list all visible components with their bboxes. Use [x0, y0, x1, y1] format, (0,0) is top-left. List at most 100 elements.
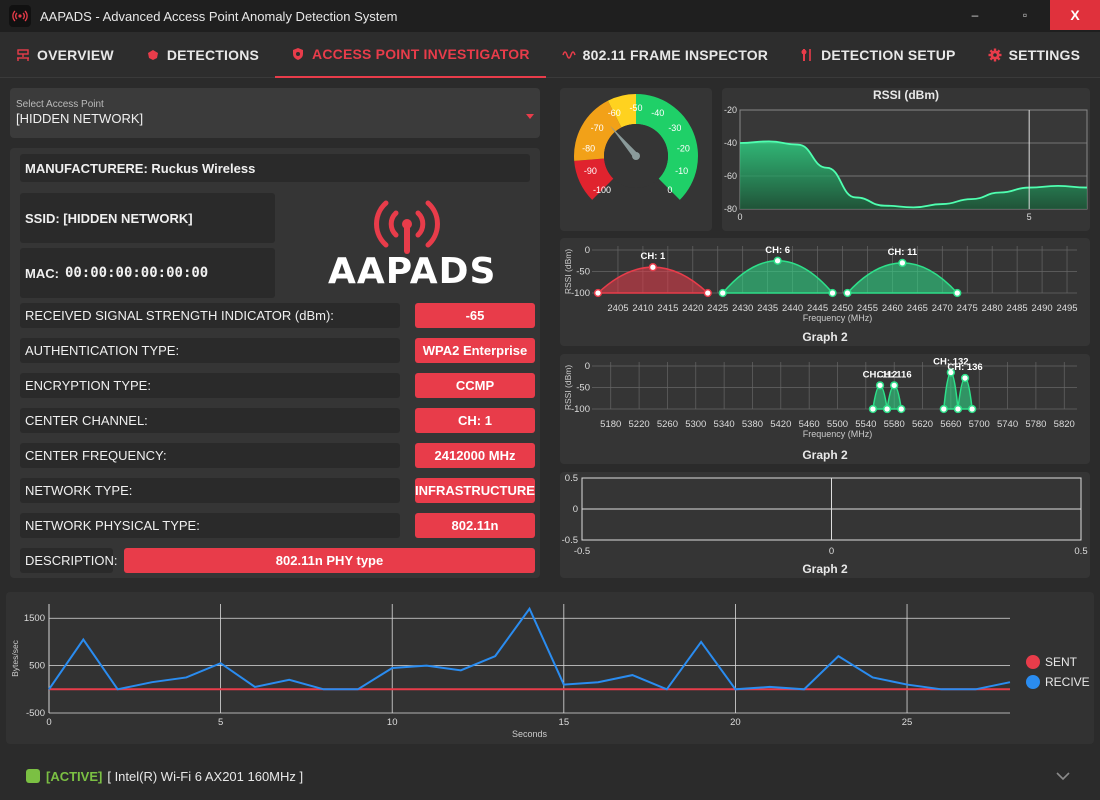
ch24-title: Graph 2 [802, 330, 848, 344]
tab-detection-setup[interactable]: DETECTION SETUP [784, 32, 971, 78]
ch24-x-tick: 2420 [682, 303, 703, 314]
ch24-x-tick: 2485 [1007, 303, 1028, 314]
tab-detections-label: DETECTIONS [166, 47, 260, 63]
info-row-value: 802.11n [415, 513, 535, 538]
ch24-network-label: CH: 11 [888, 247, 918, 258]
traffic-y-tick: 1500 [24, 613, 45, 624]
ch5-y-tick: -50 [576, 383, 590, 394]
info-row-label: NETWORK TYPE: [20, 478, 400, 503]
empty-chart: 0.5 0 -0.5-0.5 0 0.5 Graph 2 [562, 473, 1088, 576]
info-row-label: CENTER CHANNEL: [20, 408, 400, 433]
close-button[interactable]: X [1050, 0, 1100, 30]
ch24-network-point [843, 288, 852, 298]
legend-sent-label: SENT [1045, 655, 1078, 669]
tab-settings[interactable]: SETTINGS [972, 32, 1097, 78]
main-tabs: OVERVIEW DETECTIONS ACCESS POINT INVESTI… [0, 32, 1100, 78]
ch24-network-point [648, 263, 658, 272]
app-logo-icon [9, 5, 31, 27]
gauge-tick-label: -10 [675, 166, 688, 176]
legend-recive-swatch [1026, 675, 1040, 689]
ch5-y-tick: -100 [571, 404, 590, 415]
rssi-chart: RSSI (dBm) -20 -40 -60 -800 5 [724, 88, 1088, 222]
ch24-network-point [718, 288, 727, 298]
ch5-x-tick: 5260 [657, 419, 678, 430]
ch24-x-tick: 2435 [757, 303, 778, 314]
channel-chart-5-panel: 5180 5220 5260 5300 5340 5380 5420 5460 5500 5540… [560, 354, 1090, 464]
legend-recive[interactable]: RECIVE [1026, 672, 1090, 692]
empty-x-tick: -0.5 [574, 546, 590, 557]
info-row-label: ENCRYPTION TYPE: [20, 373, 400, 398]
ch24-x-tick: 2430 [732, 303, 753, 314]
traffic-series-recive [48, 606, 1011, 691]
maximize-button[interactable]: ▫ [1000, 0, 1050, 30]
ch5-x-tick: 5300 [685, 419, 706, 430]
ch5-x-tick: 5780 [1025, 419, 1046, 430]
status-adapter: [ Intel(R) Wi-Fi 6 AX201 160MHz ] [107, 768, 304, 784]
info-row-value: 2412000 MHz [415, 443, 535, 468]
ch24-x-tick: 2480 [982, 303, 1003, 314]
mac-field: MAC: 00:00:00:00:00:00 [20, 248, 275, 298]
aapads-logo [370, 196, 444, 259]
tab-overview[interactable]: OVERVIEW [0, 32, 130, 78]
rssi-x-tick: 0 [737, 212, 742, 222]
manufacturer-field: MANUFACTURERE: Ruckus Wireless [20, 154, 530, 182]
rssi-y-tick: -60 [724, 171, 737, 181]
ch24-y-tick: -50 [576, 267, 590, 278]
ch5-x-tick: 5180 [600, 419, 621, 430]
ap-info-panel: MANUFACTURERE: Ruckus Wireless SSID: [HI… [10, 148, 540, 578]
tab-detections[interactable]: DETECTIONS [130, 32, 275, 78]
traffic-xlabel: Seconds [512, 729, 548, 739]
ch24-network-curve [721, 260, 835, 294]
ch5-x-tick: 5740 [997, 419, 1018, 430]
description-value: 802.11n PHY type [124, 548, 535, 573]
ch24-network-label: CH: 1 [640, 251, 666, 262]
status-bar[interactable]: [ACTIVE] [ Intel(R) Wi-Fi 6 AX201 160MHz… [0, 752, 1100, 800]
ch5-x-tick: 5380 [742, 419, 763, 430]
traffic-x-tick: 25 [902, 717, 913, 728]
rssi-gauge-panel: -100 -90 -80 -70 -60 -50 -40 -30 -20 -10 0 [560, 88, 712, 231]
rssi-y-tick: -40 [724, 138, 737, 148]
info-row-value: CCMP [415, 373, 535, 398]
ch24-x-tick: 2425 [707, 303, 728, 314]
rssi-chart-title: RSSI (dBm) [873, 88, 939, 102]
ch5-network-label: CH: 136 [947, 362, 982, 373]
gauge-tick-label: -90 [584, 166, 597, 176]
ch5-title: Graph 2 [802, 448, 848, 462]
empty-y-tick: 0.5 [565, 473, 578, 484]
traffic-chart: 0 5 10 15 20 25 1500 500 -500 Bytes/sec Seconds [10, 604, 1011, 739]
ch24-ylabel: RSSI (dBm) [563, 249, 573, 295]
ch24-x-tick: 2465 [907, 303, 928, 314]
ch5-x-tick: 5220 [629, 419, 650, 430]
tab-detection-setup-label: DETECTION SETUP [821, 47, 956, 63]
traffic-legend: SENT RECIVE [1026, 652, 1090, 692]
info-row-label: CENTER FREQUENCY: [20, 443, 400, 468]
ch24-x-tick: 2470 [932, 303, 953, 314]
empty-x-tick: 0 [829, 546, 834, 557]
tab-access-point-investigator-label: ACCESS POINT INVESTIGATOR [312, 46, 530, 62]
tab-frame-inspector[interactable]: 802.11 FRAME INSPECTOR [546, 32, 784, 78]
access-point-select[interactable]: Select Access Point [HIDDEN NETWORK] [10, 88, 540, 138]
ch24-network-point [593, 288, 603, 298]
rssi-gauge: -100 -90 -80 -70 -60 -50 -40 -30 -20 -100 [574, 94, 698, 200]
ch5-x-tick: 5820 [1054, 419, 1075, 430]
ch24-y-tick: 0 [585, 245, 590, 256]
traffic-x-tick: 5 [218, 717, 223, 728]
empty-x-tick: 0.5 [1074, 546, 1087, 557]
ch24-x-tick: 2490 [1032, 303, 1053, 314]
empty-y-tick: 0 [573, 504, 578, 515]
info-row-label: AUTHENTICATION TYPE: [20, 338, 400, 363]
empty-chart-panel: 0.5 0 -0.5 -0.5 0 0.5 Graph 2 [560, 472, 1090, 578]
ch5-xlabel: Frequency (MHz) [803, 429, 873, 439]
minimize-button[interactable]: – [950, 0, 1000, 30]
ch24-x-tick: 2410 [632, 303, 653, 314]
wifi-signal-icon [374, 200, 440, 254]
chevron-down-icon[interactable] [1056, 768, 1070, 786]
tab-access-point-investigator[interactable]: ACCESS POINT INVESTIGATOR [275, 32, 546, 78]
ch24-y-tick: -100 [571, 288, 590, 299]
ch5-network-point [868, 404, 878, 414]
tab-frame-inspector-label: 802.11 FRAME INSPECTOR [582, 47, 769, 63]
mac-value: 00:00:00:00:00:00 [64, 265, 209, 281]
legend-sent[interactable]: SENT [1026, 652, 1090, 672]
channel-chart-5ghz: 5180 5220 5260 5300 5340 5380 5420 5460 5500 5540… [563, 356, 1077, 462]
info-row-value: WPA2 Enterprise [415, 338, 535, 363]
